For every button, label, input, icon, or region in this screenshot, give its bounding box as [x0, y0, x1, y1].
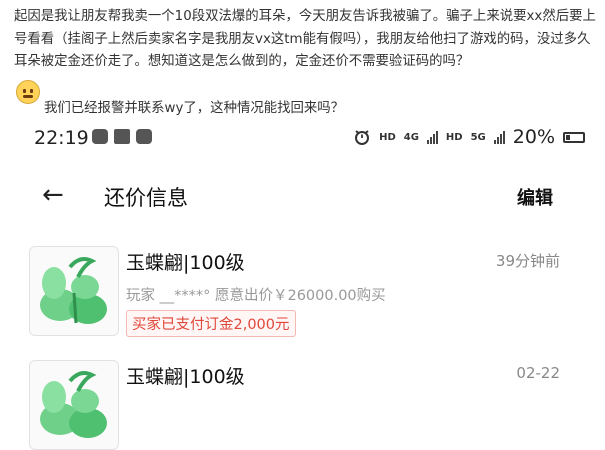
page-title: 还价信息 [104, 186, 188, 210]
item-name: 玉蝶翩|100级 [126, 252, 245, 274]
battery-icon [563, 131, 585, 143]
status-time: 22:19 [34, 127, 89, 149]
post-last-line: 我们已经报警并联系wy了，这种情况能找回来吗？ [44, 101, 345, 116]
edit-button[interactable]: 编辑 [517, 184, 553, 210]
list-item[interactable]: 玉蝶翩|100级 02-22 [0, 356, 605, 450]
nav-bar: ← 还价信息 编辑 [0, 172, 605, 220]
image-icon [114, 129, 130, 144]
back-arrow-icon[interactable]: ← [42, 180, 64, 210]
alarm-icon [355, 130, 370, 145]
status-indicators: HD 4G HD 5G 20% [353, 126, 585, 148]
item-name: 玉蝶翩|100级 [126, 366, 245, 388]
wechat-icon [136, 129, 152, 144]
signal-icon-1 [426, 130, 438, 144]
list-item[interactable]: 玉蝶翩|100级 39分钟前 玩家 __****° 愿意出价￥26000.00购… [0, 242, 605, 342]
deposit-paid-badge: 买家已支付订金2,000元 [126, 310, 296, 337]
forum-post: 起因是我让朋友帮我卖一个10段双法爆的耳朵，今天朋友告诉我被骗了。骗子上来说要x… [14, 6, 598, 74]
jade-butterfly-icon [40, 257, 107, 324]
hd-label-2: HD [445, 131, 463, 143]
paw-icon [92, 129, 108, 144]
phone-screenshot: 22:19 HD 4G HD 5G 20% ← 还价信息 编辑 玉蝶翩|100级… [0, 120, 605, 450]
item-time: 39分钟前 [495, 252, 560, 270]
battery-percent: 20% [512, 126, 555, 148]
item-desc: 玩家 __****° 愿意出价￥26000.00购买 [126, 288, 386, 304]
item-thumbnail [29, 246, 119, 336]
status-app-icons [92, 129, 152, 144]
jade-butterfly-icon [40, 371, 107, 438]
hd-label-1: HD [379, 131, 396, 143]
item-time: 02-22 [516, 364, 560, 382]
status-bar: 22:19 HD 4G HD 5G 20% [0, 120, 605, 160]
net-4g-label: 4G [403, 131, 419, 143]
worried-emoji-icon [16, 80, 40, 104]
net-5g-label: 5G [470, 131, 486, 143]
signal-icon-2 [493, 130, 505, 144]
item-thumbnail [29, 360, 119, 450]
post-text: 起因是我让朋友帮我卖一个10段双法爆的耳朵，今天朋友告诉我被骗了。骗子上来说要x… [14, 9, 596, 69]
